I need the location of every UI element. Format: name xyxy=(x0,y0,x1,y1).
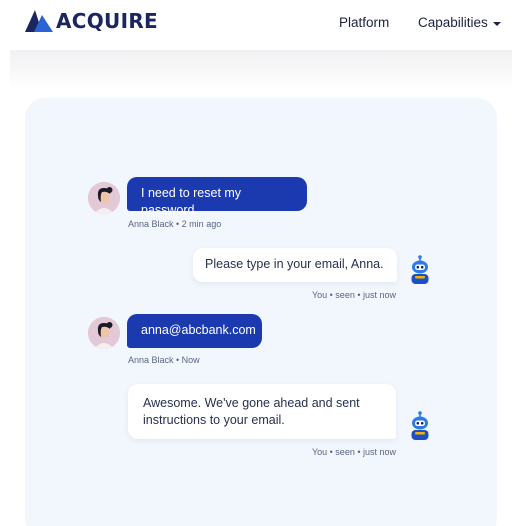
nav-capabilities[interactable]: Capabilities xyxy=(418,15,501,31)
user-avatar-icon xyxy=(88,317,120,349)
header-shadow-band xyxy=(10,50,512,90)
user-avatar-icon xyxy=(88,182,120,214)
nav-platform[interactable]: Platform xyxy=(339,15,389,31)
bot-message-bubble: Awesome. We've gone ahead and sent instr… xyxy=(128,384,396,439)
nav-capabilities-label: Capabilities xyxy=(418,15,488,30)
acquire-logo-icon xyxy=(25,10,53,32)
robot-icon xyxy=(411,411,429,440)
acquire-logo[interactable]: ACQUIRE xyxy=(25,10,158,32)
user-message-bubble: I need to reset my password xyxy=(127,177,307,217)
message-meta: You • seen • just now xyxy=(311,290,396,300)
message-meta: Anna Black • Now xyxy=(128,355,200,365)
message-meta: Anna Black • 2 min ago xyxy=(128,219,222,229)
message-meta: You • seen • just now xyxy=(311,447,396,457)
top-navigation: ACQUIRE Platform Capabilities xyxy=(0,0,512,48)
chat-panel xyxy=(25,98,497,526)
bot-message-bubble: Please type in your email, Anna. xyxy=(193,248,397,282)
user-message-bubble: anna@abcbank.com xyxy=(127,314,262,348)
logo-text: ACQUIRE xyxy=(56,9,159,33)
chevron-down-icon xyxy=(492,21,501,26)
robot-icon xyxy=(411,255,429,284)
